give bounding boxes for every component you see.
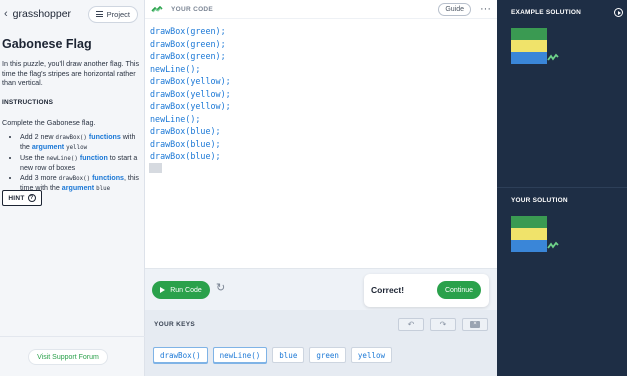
- correct-message: Correct!: [371, 285, 405, 295]
- code-line[interactable]: drawBox(yellow);: [150, 88, 231, 101]
- functions-link[interactable]: functions: [92, 174, 124, 182]
- code-line[interactable]: newLine();: [150, 63, 231, 76]
- key-green[interactable]: green: [309, 347, 346, 363]
- backspace-icon: ×: [470, 320, 480, 328]
- functions-link[interactable]: functions: [89, 133, 121, 141]
- brand-name: grasshopper: [12, 8, 72, 20]
- play-circle-icon[interactable]: [614, 8, 623, 17]
- panel-divider: [497, 187, 627, 188]
- chevron-left-icon[interactable]: ‹: [4, 8, 8, 20]
- code-line[interactable]: drawBox(green);: [150, 38, 231, 51]
- flag-stripe-yellow: [511, 40, 547, 52]
- grasshopper-icon: [151, 5, 163, 12]
- hint-button[interactable]: HINT ?: [2, 190, 42, 206]
- instructions-text: Complete the Gabonese flag.: [2, 117, 96, 127]
- instruction-item: Use the newLine() function to start a ne…: [20, 154, 140, 173]
- correct-popup: Correct! Continue: [364, 274, 489, 307]
- project-button[interactable]: Project: [87, 5, 138, 23]
- keys-title: YOUR KEYS: [154, 320, 195, 328]
- instructions-panel: ‹ grasshopper Project Gabonese Flag In t…: [0, 0, 145, 376]
- run-code-button[interactable]: Run Code: [152, 281, 210, 299]
- keys-header: YOUR KEYS ↶ ↷ ×: [145, 310, 497, 338]
- continue-button[interactable]: Continue: [437, 281, 481, 299]
- flag-stripe-blue: [511, 240, 547, 252]
- key-drawbox[interactable]: drawBox(): [153, 347, 208, 363]
- hint-label: HINT: [8, 194, 25, 202]
- code-editor-panel: YOUR CODE Guide ··· drawBox(green); draw…: [145, 0, 497, 376]
- code-line[interactable]: drawBox(green);: [150, 50, 231, 63]
- function-link[interactable]: function: [80, 154, 108, 162]
- question-icon: ?: [27, 194, 36, 202]
- editor-header: YOUR CODE Guide ···: [145, 0, 497, 19]
- flag-stripe-blue: [511, 52, 547, 64]
- reset-icon[interactable]: ↻: [216, 281, 225, 294]
- run-code-label: Run Code: [170, 286, 202, 294]
- code-line[interactable]: newLine();: [150, 113, 231, 126]
- instruction-item: Add 2 new drawBox() functions with the a…: [20, 133, 140, 153]
- keys-row: drawBox() newLine() blue green yellow: [153, 347, 393, 363]
- support-forum-button[interactable]: Visit Support Forum: [28, 349, 108, 365]
- key-blue[interactable]: blue: [272, 347, 305, 363]
- menu-icon: [95, 11, 103, 17]
- your-solution-title: YOUR SOLUTION: [511, 197, 568, 204]
- instructions-heading: INSTRUCTIONS: [2, 98, 54, 106]
- example-flag: [511, 28, 547, 64]
- editor-title: YOUR CODE: [171, 5, 214, 13]
- undo-icon: ↶: [407, 319, 415, 329]
- code-line[interactable]: drawBox(yellow);: [150, 100, 231, 113]
- flag-stripe-yellow: [511, 228, 547, 240]
- code-line[interactable]: drawBox(green);: [150, 25, 231, 38]
- insertion-cursor[interactable]: [149, 163, 162, 173]
- key-yellow[interactable]: yellow: [350, 347, 393, 363]
- run-bar: Run Code ↻ Correct! Continue: [145, 268, 497, 310]
- redo-icon: ↷: [439, 319, 447, 329]
- code-line[interactable]: drawBox(blue);: [150, 138, 231, 151]
- brand[interactable]: ‹ grasshopper: [4, 8, 71, 20]
- redo-button[interactable]: ↷: [430, 317, 456, 331]
- code-line[interactable]: drawBox(blue);: [150, 125, 231, 138]
- delete-button[interactable]: ×: [462, 317, 488, 331]
- code-line[interactable]: drawBox(blue);: [150, 150, 231, 163]
- key-newline[interactable]: newLine(): [212, 347, 268, 363]
- grasshopper-icon: [547, 53, 559, 61]
- play-icon: [160, 287, 166, 293]
- puzzle-intro: In this puzzle, you'll draw another flag…: [2, 59, 140, 88]
- code-line[interactable]: drawBox(yellow);: [150, 75, 231, 88]
- project-button-label: Project: [106, 9, 130, 19]
- left-topbar: ‹ grasshopper Project: [0, 0, 144, 28]
- flag-stripe-green: [511, 216, 547, 228]
- solution-panel: EXAMPLE SOLUTION YOUR SOLUTION: [497, 0, 627, 376]
- argument-link[interactable]: argument: [62, 184, 94, 192]
- puzzle-title: Gabonese Flag: [2, 37, 92, 51]
- your-flag: [511, 216, 547, 252]
- example-solution-title: EXAMPLE SOLUTION: [511, 9, 582, 16]
- code-area[interactable]: drawBox(green); drawBox(green); drawBox(…: [150, 25, 231, 163]
- flag-stripe-green: [511, 28, 547, 40]
- grasshopper-icon: [547, 241, 559, 249]
- keys-panel: YOUR KEYS ↶ ↷ × drawBox() newLine() blue…: [145, 310, 497, 376]
- guide-button[interactable]: Guide: [438, 2, 471, 16]
- argument-link[interactable]: argument: [32, 143, 64, 151]
- instruction-list: Add 2 new drawBox() functions with the a…: [0, 127, 144, 195]
- undo-button[interactable]: ↶: [398, 317, 424, 331]
